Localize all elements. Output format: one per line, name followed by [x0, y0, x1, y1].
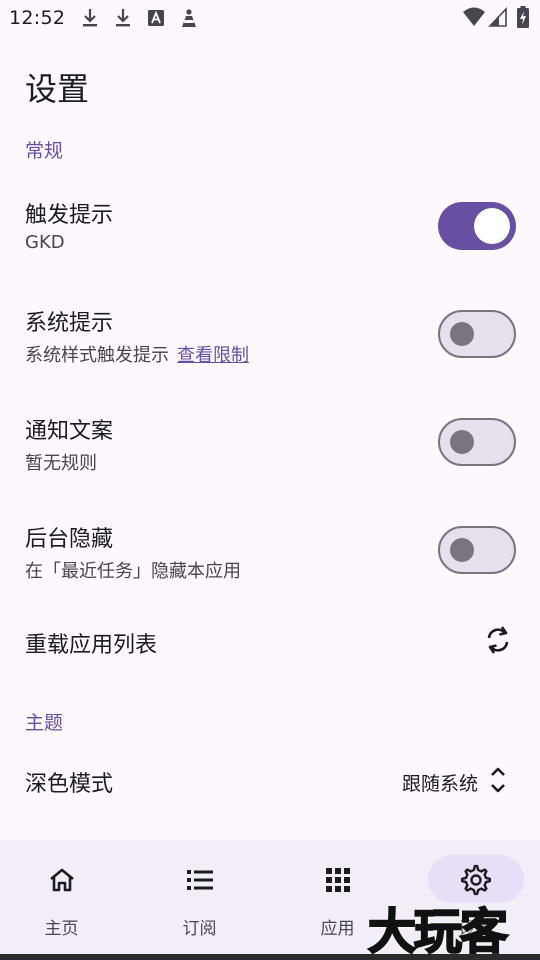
home-icon	[49, 868, 74, 892]
accessibility-icon	[182, 9, 196, 27]
battery-charging-icon	[517, 6, 529, 28]
list-icon	[186, 870, 213, 890]
view-limits-link[interactable]: 查看限制	[177, 345, 249, 366]
row-title: 系统提示	[25, 311, 114, 336]
row-title: 通知文案	[25, 419, 114, 444]
setting-row-hide-in-background[interactable]: 后台隐藏 在「最近任务」隐藏本应用	[0, 508, 540, 594]
dark-mode-row[interactable]: 深色模式 跟随系统	[0, 750, 540, 812]
wifi-icon	[463, 7, 485, 26]
status-time: 12:52	[9, 7, 66, 29]
download-icon	[116, 9, 130, 27]
notification-text-toggle[interactable]	[438, 418, 516, 466]
nav-item-home[interactable]: 主页	[0, 840, 129, 954]
hide-in-background-toggle[interactable]	[438, 526, 516, 574]
cellular-signal-icon	[488, 6, 507, 27]
gesture-bar	[0, 954, 540, 960]
page-title: 设置	[25, 70, 90, 108]
toggle-knob	[450, 537, 474, 562]
nav-item-subscriptions[interactable]: 订阅	[132, 840, 267, 954]
row-title: 重载应用列表	[25, 633, 158, 658]
setting-row-notification-text[interactable]: 通知文案 暂无规则	[0, 400, 540, 486]
reload-app-list-row[interactable]: 重载应用列表	[0, 610, 540, 672]
row-title: 深色模式	[25, 772, 114, 797]
system-tip-toggle[interactable]	[438, 310, 516, 358]
download-icon	[83, 9, 97, 27]
apps-grid-icon	[325, 868, 350, 892]
row-subtitle: 暂无规则	[25, 453, 97, 474]
watermark-logo: 大玩客	[367, 903, 509, 960]
nav-label: 主页	[44, 919, 79, 939]
row-title: 触发提示	[25, 203, 114, 228]
row-subtitle: GKD	[25, 232, 65, 253]
dark-mode-value[interactable]: 跟随系统	[402, 769, 478, 796]
unfold-more-icon[interactable]	[488, 764, 508, 796]
text-box-icon	[148, 10, 164, 26]
row-title: 后台隐藏	[25, 527, 114, 552]
section-header-general: 常规	[25, 140, 64, 162]
toggle-knob	[450, 321, 474, 346]
row-subtitle: 系统样式触发提示	[25, 345, 169, 366]
refresh-icon[interactable]	[483, 624, 513, 656]
row-subtitle-wrap: 系统样式触发提示 查看限制	[25, 341, 249, 367]
nav-label: 订阅	[182, 919, 217, 939]
row-subtitle: 在「最近任务」隐藏本应用	[25, 561, 241, 582]
trigger-tip-toggle[interactable]	[438, 202, 516, 250]
toggle-knob	[450, 429, 474, 454]
setting-row-system-tip[interactable]: 系统提示 系统样式触发提示 查看限制	[0, 292, 540, 378]
setting-row-trigger-tip[interactable]: 触发提示 GKD	[0, 184, 540, 270]
status-bar: 12:52	[0, 0, 540, 36]
section-header-theme: 主题	[25, 712, 64, 734]
toggle-knob	[474, 208, 510, 244]
